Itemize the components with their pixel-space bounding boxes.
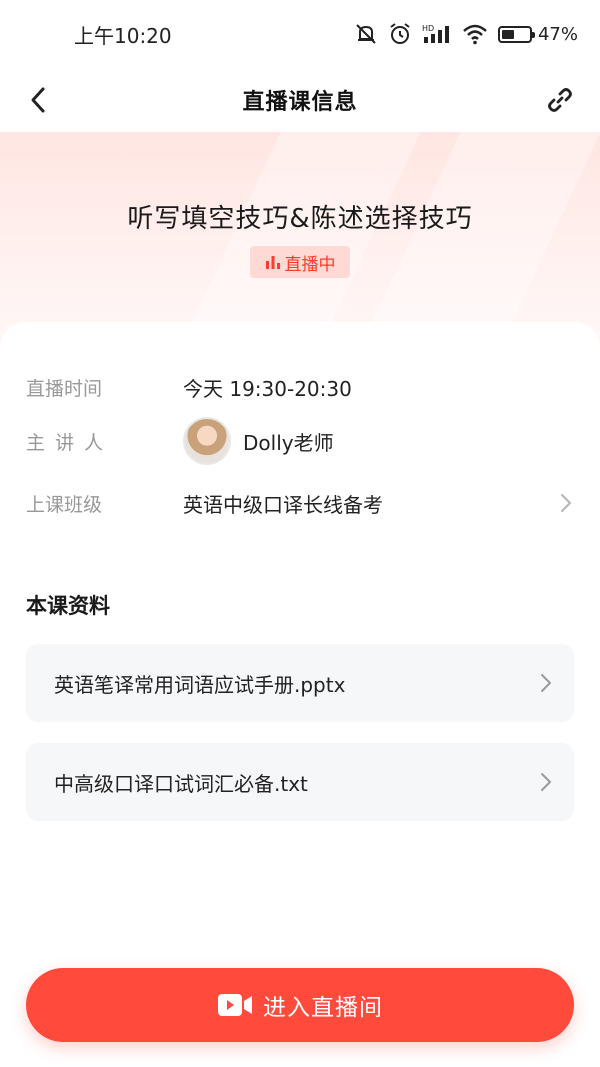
video-camera-icon xyxy=(218,994,252,1016)
course-info-card: 直播时间 今天 19:30-20:30 主 讲 人 Dolly老师 上课班级 英… xyxy=(0,322,600,1067)
live-bars-icon xyxy=(265,256,280,269)
nav-bar: 直播课信息 xyxy=(0,68,600,132)
teacher-name: Dolly老师 xyxy=(243,430,334,455)
course-title: 听写填空技巧&陈述选择技巧 xyxy=(127,204,473,234)
link-icon xyxy=(548,88,572,112)
status-icons: HD 47% xyxy=(354,22,578,46)
material-item[interactable]: 中高级口译口试词汇必备.txt xyxy=(26,743,574,821)
enter-live-room-label: 进入直播间 xyxy=(263,995,383,1021)
battery-indicator: 47% xyxy=(497,23,578,45)
status-bar: 上午10:20 HD 47% xyxy=(0,0,600,68)
back-button[interactable] xyxy=(20,82,56,118)
material-name: 中高级口译口试词汇必备.txt xyxy=(54,771,308,796)
teacher-avatar xyxy=(183,417,231,465)
material-item[interactable]: 英语笔译常用词语应试手册.pptx xyxy=(26,644,574,722)
mute-icon xyxy=(356,24,376,44)
live-badge-label: 直播中 xyxy=(284,254,336,275)
chevron-right-icon xyxy=(541,773,551,791)
battery-icon xyxy=(497,25,535,43)
svg-text:HD: HD xyxy=(422,24,434,33)
share-link-button[interactable] xyxy=(542,82,578,118)
info-row-class[interactable]: 上课班级 英语中级口译长线备考 xyxy=(0,487,600,519)
live-status-badge: 直播中 xyxy=(250,246,350,278)
chevron-right-icon xyxy=(561,494,571,512)
class-value: 英语中级口译长线备考 xyxy=(183,492,383,517)
info-row-time: 直播时间 今天 19:30-20:30 xyxy=(0,372,600,402)
class-label: 上课班级 xyxy=(26,493,103,516)
info-row-teacher: 主 讲 人 Dolly老师 xyxy=(0,416,600,466)
enter-live-room-button[interactable]: 进入直播间 xyxy=(26,968,574,1042)
teacher-label: 主 讲 人 xyxy=(26,431,106,454)
status-time: 上午10:20 xyxy=(74,23,172,48)
signal-icon: HD xyxy=(422,24,449,43)
materials-title: 本课资料 xyxy=(26,594,110,618)
chevron-right-icon xyxy=(541,674,551,692)
time-value: 今天 19:30-20:30 xyxy=(183,376,352,401)
material-name: 英语笔译常用词语应试手册.pptx xyxy=(54,672,346,697)
wifi-icon xyxy=(463,24,487,45)
battery-percent: 47% xyxy=(537,23,578,45)
page-title: 直播课信息 xyxy=(242,90,358,115)
alarm-icon xyxy=(390,23,410,44)
teacher-info: Dolly老师 xyxy=(183,417,334,465)
chevron-left-icon xyxy=(31,87,45,113)
time-label: 直播时间 xyxy=(26,377,103,400)
